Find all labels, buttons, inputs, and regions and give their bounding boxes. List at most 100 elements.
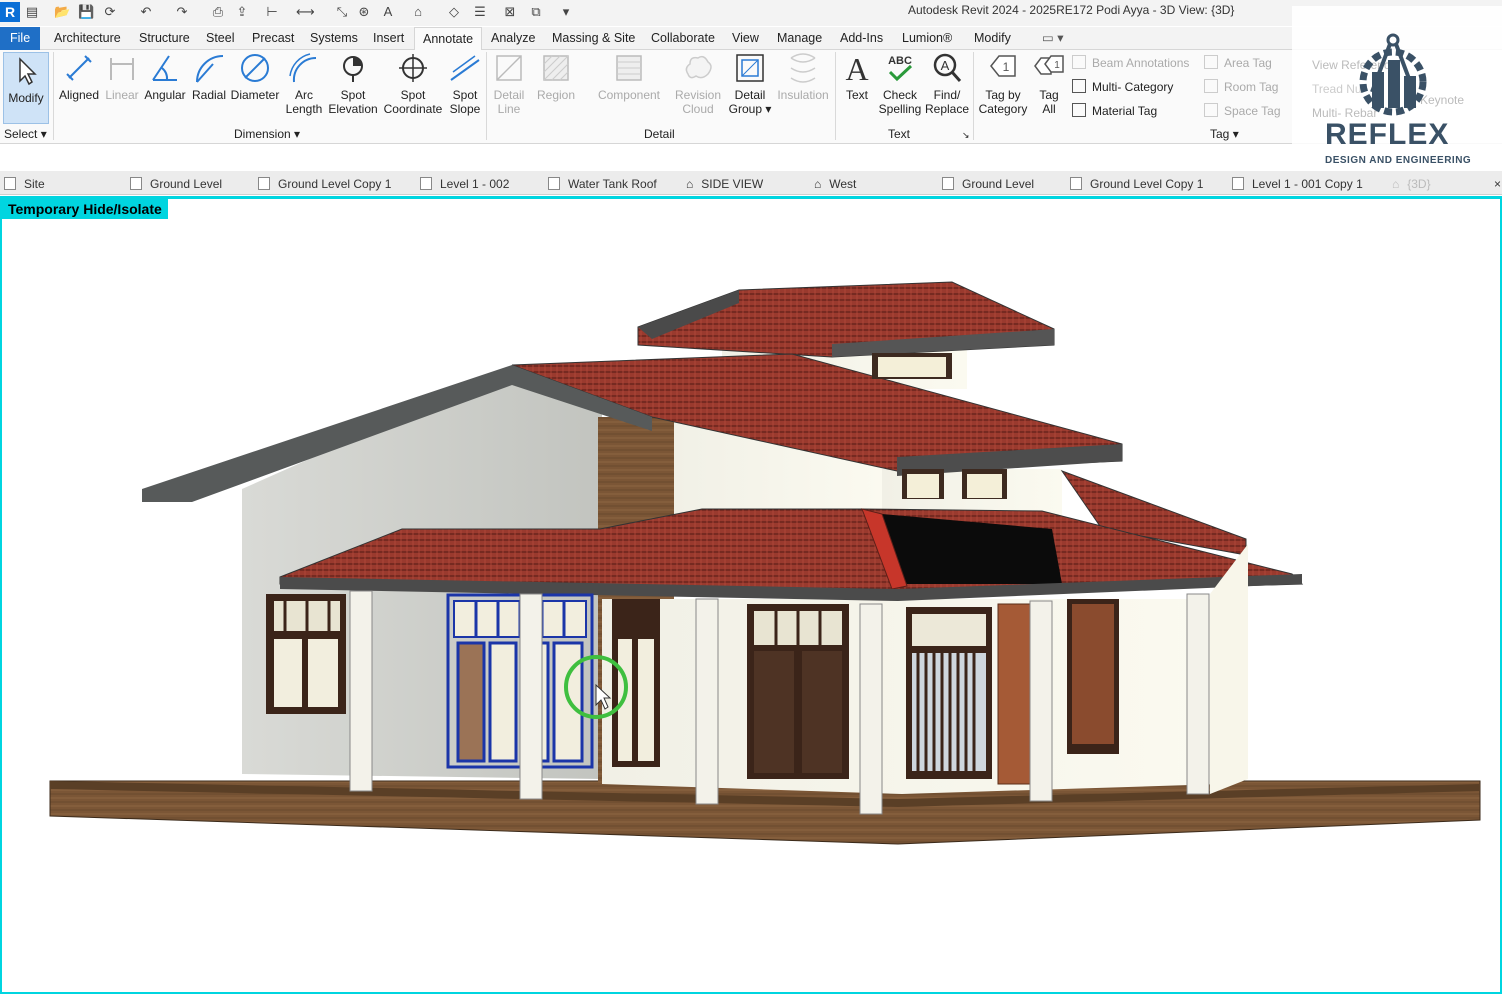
view-reference-icon — [1292, 57, 1306, 71]
tag-all-line2: All — [1042, 102, 1056, 116]
tab-insert[interactable]: Insert — [373, 27, 404, 50]
ribbon-display-toggle-icon[interactable]: ▭ ▾ — [1042, 27, 1064, 50]
tab-massing-site[interactable]: Massing & Site — [552, 27, 635, 50]
measure-icon[interactable]: ⊢ — [264, 4, 280, 20]
check-spelling-button[interactable]: ABC Check Spelling — [877, 52, 923, 116]
tab-file[interactable]: File — [0, 27, 41, 50]
export-icon[interactable]: ⇪ — [234, 4, 250, 20]
tab-architecture[interactable]: Architecture — [54, 27, 121, 50]
view-tab-ground-level-2[interactable]: Ground Level — [942, 175, 1034, 193]
house-3d-model[interactable] — [2, 199, 1500, 992]
tag-qat-icon[interactable]: ⤡ — [334, 4, 350, 20]
radial-dimension-button[interactable]: Radial — [190, 52, 228, 102]
tag-panel-dropdown[interactable]: Tag ▾ — [1210, 127, 1239, 141]
tab-add-ins[interactable]: Add-Ins — [840, 27, 883, 50]
close-hidden-icon[interactable]: ⊠ — [502, 4, 518, 20]
sync-icon[interactable]: ⟳ — [102, 4, 118, 20]
thin-lines-icon[interactable]: ☰ — [472, 4, 488, 20]
view-tab-3d[interactable]: ⌂ {3D} — [1392, 175, 1431, 193]
center-window — [747, 604, 849, 779]
component-button[interactable]: Component — [594, 52, 664, 102]
detail-line-button[interactable]: Detail Line — [490, 52, 528, 116]
home-3d-icon[interactable]: ⌂ — [410, 4, 426, 20]
tab-annotate[interactable]: Annotate — [414, 27, 483, 50]
view-tab-side-view[interactable]: ⌂ SIDE VIEW — [686, 175, 763, 193]
text-settings-launcher-icon[interactable]: ↘ — [962, 130, 970, 141]
switch-windows-icon[interactable]: ⧉ — [528, 4, 544, 20]
spot-qat-icon[interactable]: ⊛ — [356, 4, 372, 20]
revision-cloud-button[interactable]: Revision Cloud — [672, 52, 724, 116]
tab-steel[interactable]: Steel — [206, 27, 235, 50]
view-tab-level-1-001-copy-1[interactable]: Level 1 - 001 Copy 1 — [1232, 175, 1363, 193]
select-panel-dropdown[interactable]: Select ▾ — [4, 127, 47, 141]
detail-line-icon — [496, 55, 522, 81]
view-tab-water-tank-roof[interactable]: Water Tank Roof — [548, 175, 657, 193]
aligned-dimension-button[interactable]: Aligned — [57, 52, 101, 102]
insulation-icon — [790, 53, 816, 83]
window-title: Autodesk Revit 2024 - 2025RE172 Podi Ayy… — [908, 3, 1235, 17]
tab-modify[interactable]: Modify — [974, 27, 1011, 50]
open-icon[interactable]: 📂 — [54, 4, 70, 20]
floor-plan-icon — [942, 177, 954, 190]
spot-coordinate-button[interactable]: Spot Coordinate — [382, 52, 444, 116]
view-tab-ground-level[interactable]: Ground Level — [130, 175, 222, 193]
check-spelling-line1: Check — [882, 88, 917, 102]
tab-lumion[interactable]: Lumion® — [902, 27, 952, 50]
tag-all-button[interactable]: 1 Tag All — [1030, 52, 1068, 116]
tab-manage[interactable]: Manage — [777, 27, 822, 50]
print-icon[interactable]: ⎙ — [210, 4, 226, 20]
view-tab-ground-level-copy-1[interactable]: Ground Level Copy 1 — [258, 175, 391, 193]
diameter-dimension-button[interactable]: Diameter — [230, 52, 280, 102]
view-tab-west[interactable]: ⌂ West — [814, 175, 856, 193]
view-tab-label: Ground Level Copy 1 — [278, 177, 392, 191]
detail-group-button[interactable]: Detail Group ▾ — [728, 52, 772, 116]
spot-slope-button[interactable]: Spot Slope — [446, 52, 484, 116]
cursor-icon — [19, 57, 37, 86]
modify-button[interactable]: Modify — [3, 52, 49, 124]
spot-elevation-button[interactable]: Spot Elevation — [328, 52, 378, 116]
view-tab-ground-level-copy-1-2[interactable]: Ground Level Copy 1 — [1070, 175, 1203, 193]
text-button[interactable]: A Text — [840, 52, 874, 102]
select-panel-label: Select — [4, 127, 38, 141]
arc-length-button[interactable]: Arc Length — [283, 52, 325, 116]
revit-app-icon[interactable]: R — [0, 2, 20, 22]
material-tag-button[interactable]: Material Tag — [1072, 101, 1157, 121]
tab-analyze[interactable]: Analyze — [491, 27, 535, 50]
recent-files-icon[interactable]: ▤ — [24, 4, 40, 20]
close-view-tab-icon[interactable]: × — [1494, 175, 1501, 193]
insulation-button[interactable]: Insulation — [776, 52, 830, 102]
area-tag-button[interactable]: Area Tag — [1204, 53, 1272, 73]
view-tab-site[interactable]: Site — [4, 175, 45, 193]
floor-plan-icon — [420, 177, 432, 190]
dimension-panel-dropdown[interactable]: Dimension ▾ — [234, 127, 300, 141]
save-icon[interactable]: 💾 — [78, 4, 94, 20]
view-tab-level-1-002[interactable]: Level 1 - 002 — [420, 175, 509, 193]
space-tag-button[interactable]: Space Tag — [1204, 101, 1281, 121]
beam-annotations-button[interactable]: Beam Annotations — [1072, 53, 1189, 73]
3d-viewport[interactable]: Temporary Hide/Isolate — [0, 196, 1502, 994]
tab-view[interactable]: View — [732, 27, 759, 50]
multi-category-button[interactable]: Multi- Category — [1072, 77, 1173, 97]
tag-by-category-button[interactable]: 1 Tag by Category — [978, 52, 1028, 116]
tread-number-icon — [1292, 81, 1306, 95]
redo-icon[interactable]: ↷ — [174, 4, 190, 20]
svg-text:1: 1 — [1054, 60, 1060, 71]
undo-icon[interactable]: ↶ — [138, 4, 154, 20]
text-qat-icon[interactable]: A — [380, 4, 396, 20]
find-replace-button[interactable]: A Find/ Replace — [925, 52, 969, 116]
tab-precast[interactable]: Precast — [252, 27, 294, 50]
dimension-qat-icon[interactable]: ⟷ — [296, 4, 315, 20]
tab-structure[interactable]: Structure — [139, 27, 190, 50]
region-button[interactable]: Region — [532, 52, 580, 102]
space-tag-label: Space Tag — [1224, 104, 1281, 118]
tab-systems[interactable]: Systems — [310, 27, 358, 50]
tab-collaborate[interactable]: Collaborate — [651, 27, 715, 50]
text-label: Text — [845, 88, 868, 102]
section-icon[interactable]: ◇ — [446, 4, 462, 20]
customize-qat-icon[interactable]: ▾ — [558, 4, 574, 20]
linear-dimension-button[interactable]: Linear — [104, 52, 140, 102]
text-panel-label: Text — [888, 127, 911, 141]
region-icon — [543, 55, 569, 81]
angular-dimension-button[interactable]: Angular — [143, 52, 187, 102]
room-tag-button[interactable]: Room Tag — [1204, 77, 1278, 97]
